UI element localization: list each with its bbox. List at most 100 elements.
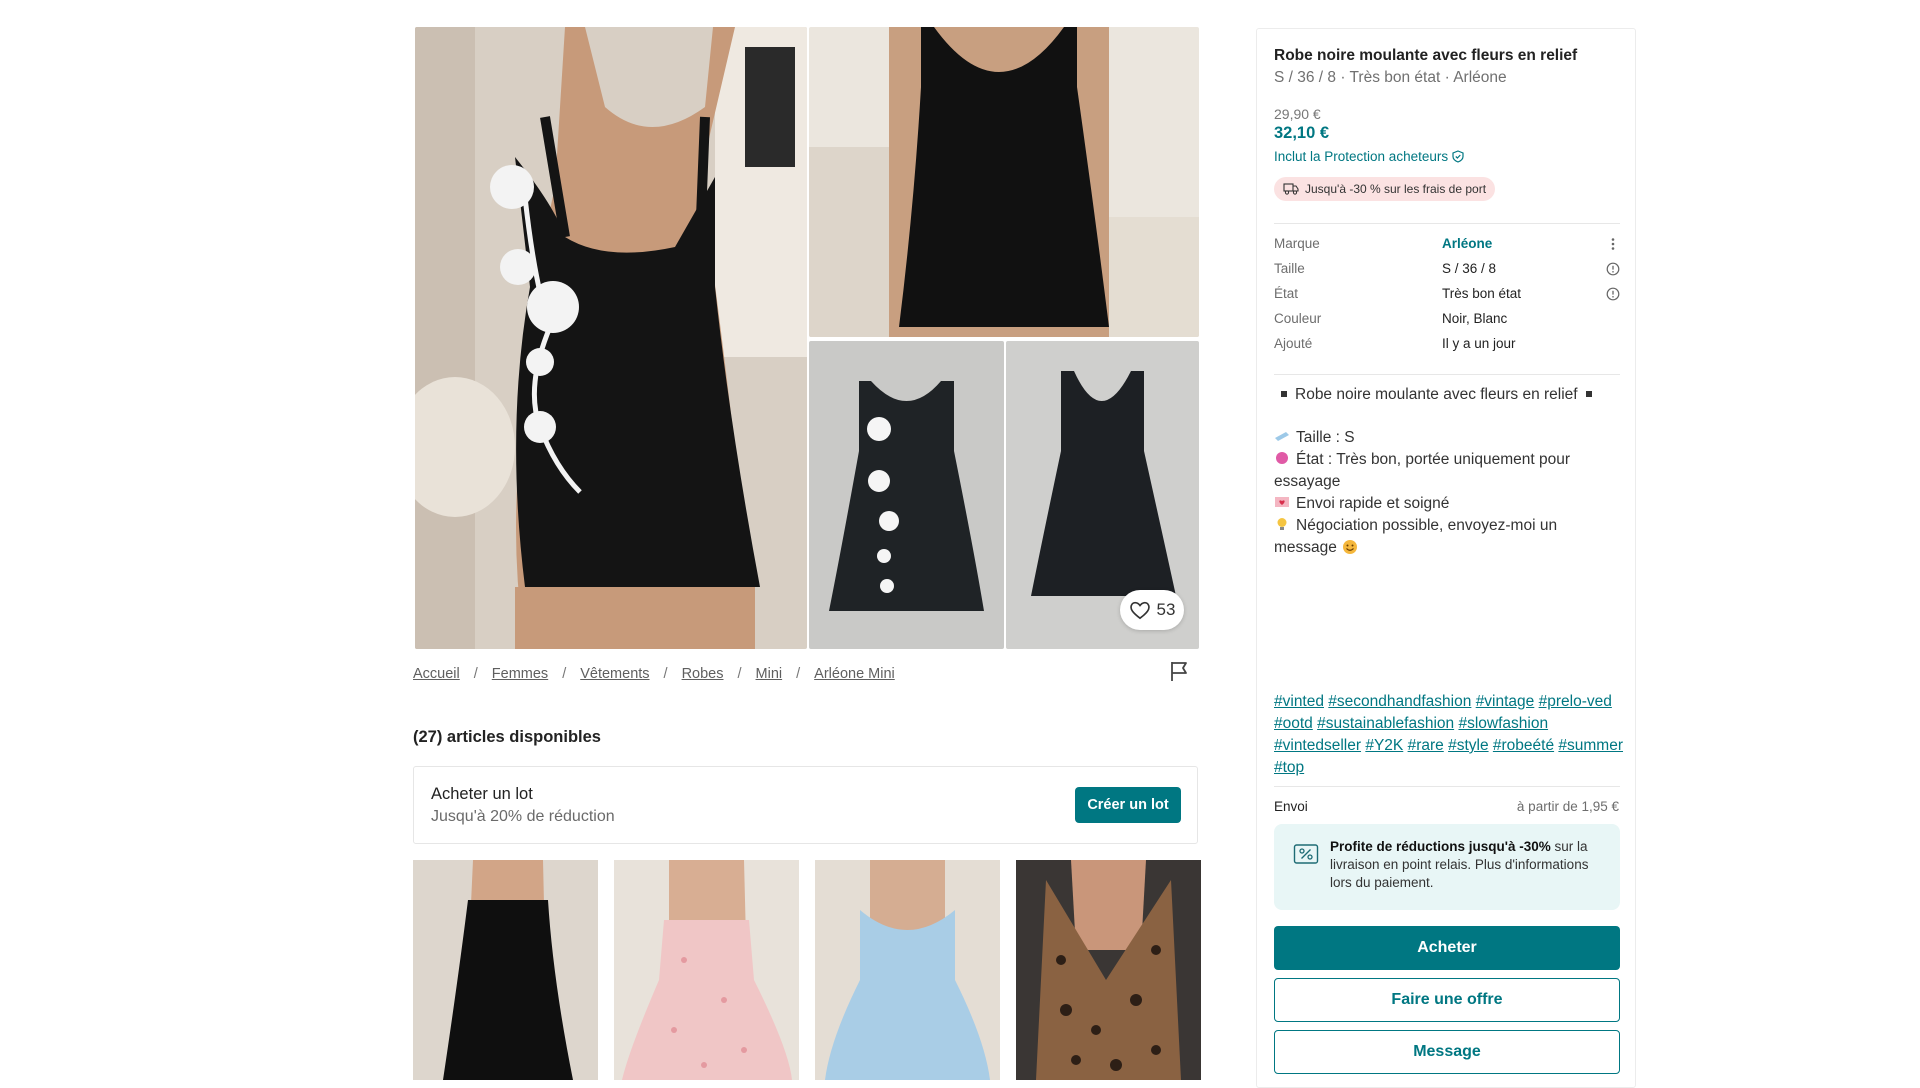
description-condition-text: État : Très bon, portée uniquement pour … <box>1274 451 1571 490</box>
hashtag-link[interactable]: #Y2K <box>1365 737 1403 754</box>
shipping-discount-text: Jusqu'à -30 % sur les frais de port <box>1305 182 1487 196</box>
detail-label: Ajouté <box>1274 336 1313 351</box>
item-card-pink-dress[interactable] <box>614 860 799 1080</box>
bundle-subtitle: Jusqu'à 20% de réduction <box>431 808 615 825</box>
hashtag-link[interactable]: #secondhandfashion <box>1328 693 1471 710</box>
truck-icon <box>1283 183 1299 195</box>
breadcrumb-separator: / <box>562 666 567 682</box>
hashtag-link[interactable]: #vintage <box>1476 693 1535 710</box>
smiling-face-icon <box>1342 540 1357 554</box>
detail-value: Il y a un jour <box>1442 336 1516 351</box>
hashtag-link[interactable]: #ootd <box>1274 715 1313 732</box>
main-photo[interactable] <box>415 27 807 649</box>
report-flag-icon[interactable] <box>1168 660 1190 682</box>
detail-label: Marque <box>1274 236 1320 251</box>
detail-value: Noir, Blanc <box>1442 311 1508 326</box>
breadcrumb-separator: / <box>473 666 478 682</box>
detail-label: État <box>1274 286 1299 301</box>
detail-value: S / 36 / 8 <box>1442 261 1497 276</box>
lightbulb-icon <box>1277 518 1287 530</box>
detail-row-condition: État Très bon état <box>1274 286 1620 306</box>
breadcrumb-mini[interactable]: Mini <box>756 666 783 682</box>
bundle-box: Acheter un lot Jusqu'à 20% de réduction … <box>413 766 1198 844</box>
hashtag-link[interactable]: #slowfashion <box>1458 715 1548 732</box>
item-price: 29,90 € <box>1274 106 1321 122</box>
breadcrumb-dresses[interactable]: Robes <box>682 666 724 682</box>
message-button[interactable]: Message <box>1274 1030 1620 1074</box>
love-letter-icon <box>1275 497 1289 507</box>
description-headline-text: Robe noire moulante avec fleurs en relie… <box>1295 386 1578 403</box>
shield-check-icon <box>1452 150 1464 163</box>
bundle-title: Acheter un lot <box>431 785 533 803</box>
buy-button[interactable]: Acheter <box>1274 926 1620 970</box>
item-card-leopard-dress[interactable] <box>1016 860 1201 1080</box>
divider <box>1274 223 1620 224</box>
heart-icon <box>1129 601 1150 620</box>
make-offer-button[interactable]: Faire une offre <box>1274 978 1620 1022</box>
items-available-heading: (27) articles disponibles <box>413 728 601 746</box>
brand-link[interactable]: Arléone <box>1442 236 1492 251</box>
description-headline: Robe noire moulante avec fleurs en relie… <box>1274 384 1624 406</box>
shipping-price: à partir de 1,95 € <box>1516 799 1619 814</box>
hashtag-link[interactable]: #prelo-ved <box>1539 693 1612 710</box>
breadcrumb-women[interactable]: Femmes <box>492 666 548 682</box>
item-card-blue-dress[interactable] <box>815 860 1000 1080</box>
favourite-button[interactable]: 53 <box>1120 590 1184 630</box>
hashtag-link[interactable]: #top <box>1274 759 1304 776</box>
square-bullet-icon <box>1585 390 1592 397</box>
breadcrumb: Accueil / Femmes / Vêtements / Robes / M… <box>413 664 895 684</box>
detail-row-size: Taille S / 36 / 8 <box>1274 261 1620 281</box>
hashtag-link[interactable]: #robeété <box>1493 737 1554 754</box>
product-title: Robe noire moulante avec fleurs en relie… <box>1274 47 1578 64</box>
description-condition: État : Très bon, portée uniquement pour … <box>1274 449 1624 493</box>
back-photo[interactable] <box>809 27 1199 337</box>
square-bullet-icon <box>1281 390 1287 397</box>
hashtag-link[interactable]: #style <box>1448 737 1489 754</box>
breadcrumb-home[interactable]: Accueil <box>413 666 460 682</box>
detail-label: Taille <box>1274 261 1305 276</box>
yarn-icon <box>1276 452 1288 464</box>
description-size-text: Taille : S <box>1296 429 1355 446</box>
detail-value: Très bon état <box>1442 286 1522 301</box>
hashtag-link[interactable]: #sustainablefashion <box>1317 715 1454 732</box>
create-bundle-button[interactable]: Créer un lot <box>1075 787 1181 823</box>
breadcrumb-brand-mini[interactable]: Arléone Mini <box>814 666 895 682</box>
favourite-count: 53 <box>1156 600 1176 619</box>
divider <box>1274 374 1620 375</box>
more-options-icon[interactable] <box>1606 237 1620 251</box>
description-size: Taille : S <box>1274 427 1624 449</box>
hashtag-link[interactable]: #rare <box>1408 737 1444 754</box>
breadcrumb-separator: / <box>663 666 668 682</box>
divider <box>1274 786 1620 787</box>
description-negotiation-text: Négociation possible, envoyez-moi un mes… <box>1274 517 1558 556</box>
hashtag-list: #vinted #secondhandfashion #vintage #pre… <box>1274 691 1624 779</box>
flat-front-photo[interactable] <box>809 341 1004 649</box>
shipping-discount-info-text: Profite de réductions jusqu'à -30% sur l… <box>1330 838 1610 892</box>
discount-percent-icon <box>1293 844 1319 864</box>
buyer-protection-link[interactable]: Inclut la Protection acheteurs <box>1274 149 1464 164</box>
description-shipping: Envoi rapide et soigné <box>1274 493 1624 515</box>
detail-row-colour: Couleur Noir, Blanc <box>1274 311 1620 331</box>
product-summary: S / 36 / 8 · Très bon état · Arléone <box>1274 69 1507 86</box>
shipping-discount-info: Profite de réductions jusqu'à -30% sur l… <box>1274 824 1620 910</box>
hashtag-link[interactable]: #vintedseller <box>1274 737 1361 754</box>
shipping-discount-badge: Jusqu'à -30 % sur les frais de port <box>1274 177 1496 201</box>
description-shipping-text: Envoi rapide et soigné <box>1296 495 1450 512</box>
breadcrumb-separator: / <box>796 666 801 682</box>
buyer-protection-label: Inclut la Protection acheteurs <box>1274 149 1449 164</box>
ruler-icon <box>1275 432 1289 441</box>
total-price[interactable]: 32,10 € <box>1274 124 1329 143</box>
info-icon[interactable] <box>1606 262 1620 276</box>
detail-row-added: Ajouté Il y a un jour <box>1274 336 1620 356</box>
breadcrumb-separator: / <box>737 666 742 682</box>
hashtag-link[interactable]: #vinted <box>1274 693 1324 710</box>
product-sidebar: Robe noire moulante avec fleurs en relie… <box>1256 28 1636 1088</box>
info-bold-text: Profite de réductions jusqu'à -30% <box>1330 839 1551 854</box>
breadcrumb-clothing[interactable]: Vêtements <box>580 666 649 682</box>
shipping-label: Envoi <box>1274 799 1308 814</box>
detail-label: Couleur <box>1274 311 1322 326</box>
hashtag-link[interactable]: #summer <box>1558 737 1623 754</box>
item-card-black-dress[interactable] <box>413 860 598 1080</box>
info-icon[interactable] <box>1606 287 1620 301</box>
detail-row-brand: Marque Arléone <box>1274 236 1620 256</box>
